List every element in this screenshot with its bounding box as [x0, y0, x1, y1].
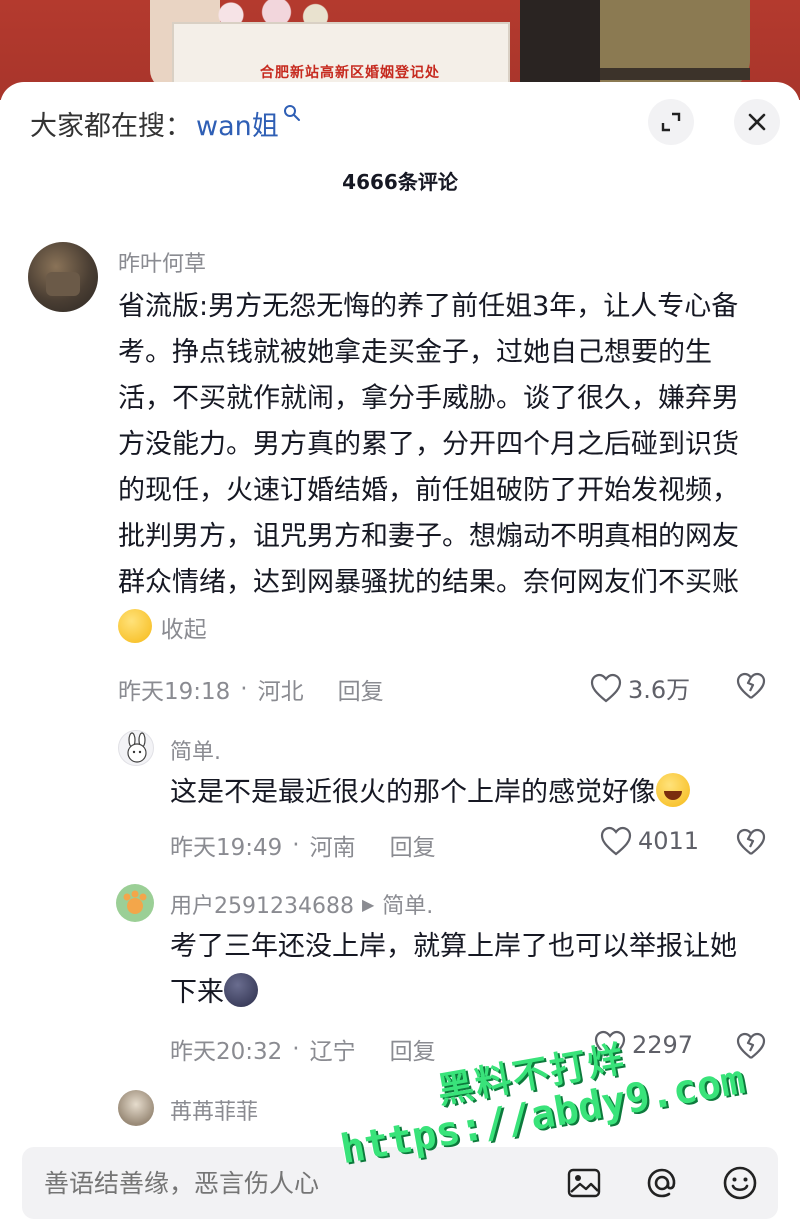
search-keyword[interactable]: wan姐: [196, 104, 279, 143]
moon-face-emoji-icon: [224, 973, 258, 1007]
expand-icon: [661, 112, 681, 132]
comment-location: 河南: [309, 835, 356, 861]
like-button[interactable]: 3.6万: [590, 670, 690, 705]
like-button[interactable]: 4011: [600, 826, 699, 856]
smirk-emoji-icon: [118, 609, 152, 643]
avatar[interactable]: [116, 884, 154, 922]
heart-icon: [590, 673, 622, 702]
like-count: 3.6万: [628, 676, 691, 704]
comment-body: 省流版:男方无怨无悔的养了前任姐3年，让人专心备考。挣点钱就被她拿走买金子，过她…: [118, 291, 739, 598]
reply-button[interactable]: 回复: [390, 828, 436, 862]
comment-count: 4666条评论: [342, 170, 458, 194]
comment-username[interactable]: 用户2591234688: [170, 888, 354, 920]
comment-time: 昨天20:32: [170, 1039, 283, 1065]
close-button[interactable]: [734, 99, 780, 145]
comment-username[interactable]: 简单.: [170, 734, 221, 766]
dislike-button[interactable]: [736, 672, 766, 704]
avatar[interactable]: [28, 242, 98, 312]
comment-location: 辽宁: [309, 1039, 356, 1065]
comment-input[interactable]: [44, 1169, 524, 1198]
emoji-icon: [723, 1166, 757, 1200]
dislike-heart-icon: [736, 828, 766, 855]
comment-meta: 昨天19:49 · 河南 回复: [170, 828, 436, 862]
dislike-heart-icon: [736, 672, 766, 699]
expand-button[interactable]: [648, 99, 694, 145]
laugh-cry-emoji-icon: [656, 773, 690, 807]
comment-username[interactable]: 昨叶何草: [118, 246, 206, 278]
belt: [600, 68, 750, 80]
heart-icon: [600, 826, 632, 856]
podium-sign: 合肥新站高新区婚姻登记处: [260, 65, 440, 81]
comment-time: 昨天19:49: [170, 835, 283, 861]
comment-text: 考了三年还没上岸，就算上岸了也可以举报让她下来: [170, 924, 760, 1016]
comment-text: 这是不是最近很火的那个上岸的感觉好像: [170, 770, 760, 816]
search-suggestion[interactable]: 大家都在搜： wan姐: [30, 104, 301, 143]
comment-meta: 昨天19:18 · 河北 回复: [118, 672, 384, 706]
like-count: 2297: [632, 1031, 694, 1059]
comment-sheet: 大家都在搜： wan姐 4666条评论 昨叶何草 省流版:男方无怨无悔的养了前任…: [0, 82, 800, 1222]
reply-arrow-icon: ▶: [361, 894, 375, 914]
dislike-button[interactable]: [736, 828, 766, 860]
dislike-heart-icon: [736, 1032, 766, 1059]
search-prefix: 大家都在搜：: [30, 111, 192, 142]
comment-text: 省流版:男方无怨无悔的养了前任姐3年，让人专心备考。挣点钱就被她拿走买金子，过她…: [118, 284, 758, 653]
comment-body: 这是不是最近很火的那个上岸的感觉好像: [170, 777, 656, 808]
reply-header: 用户2591234688 ▶ 简单.: [170, 888, 433, 920]
close-icon: [748, 113, 766, 131]
reply-to-username[interactable]: 简单.: [382, 888, 433, 920]
search-icon: [283, 104, 301, 127]
avatar[interactable]: [118, 1090, 154, 1126]
comment-location: 河北: [257, 679, 304, 705]
mention-button[interactable]: [644, 1165, 680, 1201]
comment-meta: 昨天20:32 · 辽宁 回复: [170, 1032, 436, 1066]
reply-button[interactable]: 回复: [390, 1032, 436, 1066]
like-count: 4011: [638, 827, 700, 855]
avatar[interactable]: [118, 730, 154, 766]
emoji-button[interactable]: [722, 1165, 758, 1201]
collapse-link[interactable]: 收起: [161, 617, 207, 643]
comment-username[interactable]: 苒苒菲菲: [170, 1094, 258, 1126]
image-button[interactable]: [566, 1165, 602, 1201]
comment-time: 昨天19:18: [118, 679, 231, 705]
image-icon: [567, 1168, 601, 1198]
at-icon: [647, 1168, 676, 1198]
reply-button[interactable]: 回复: [338, 672, 384, 706]
